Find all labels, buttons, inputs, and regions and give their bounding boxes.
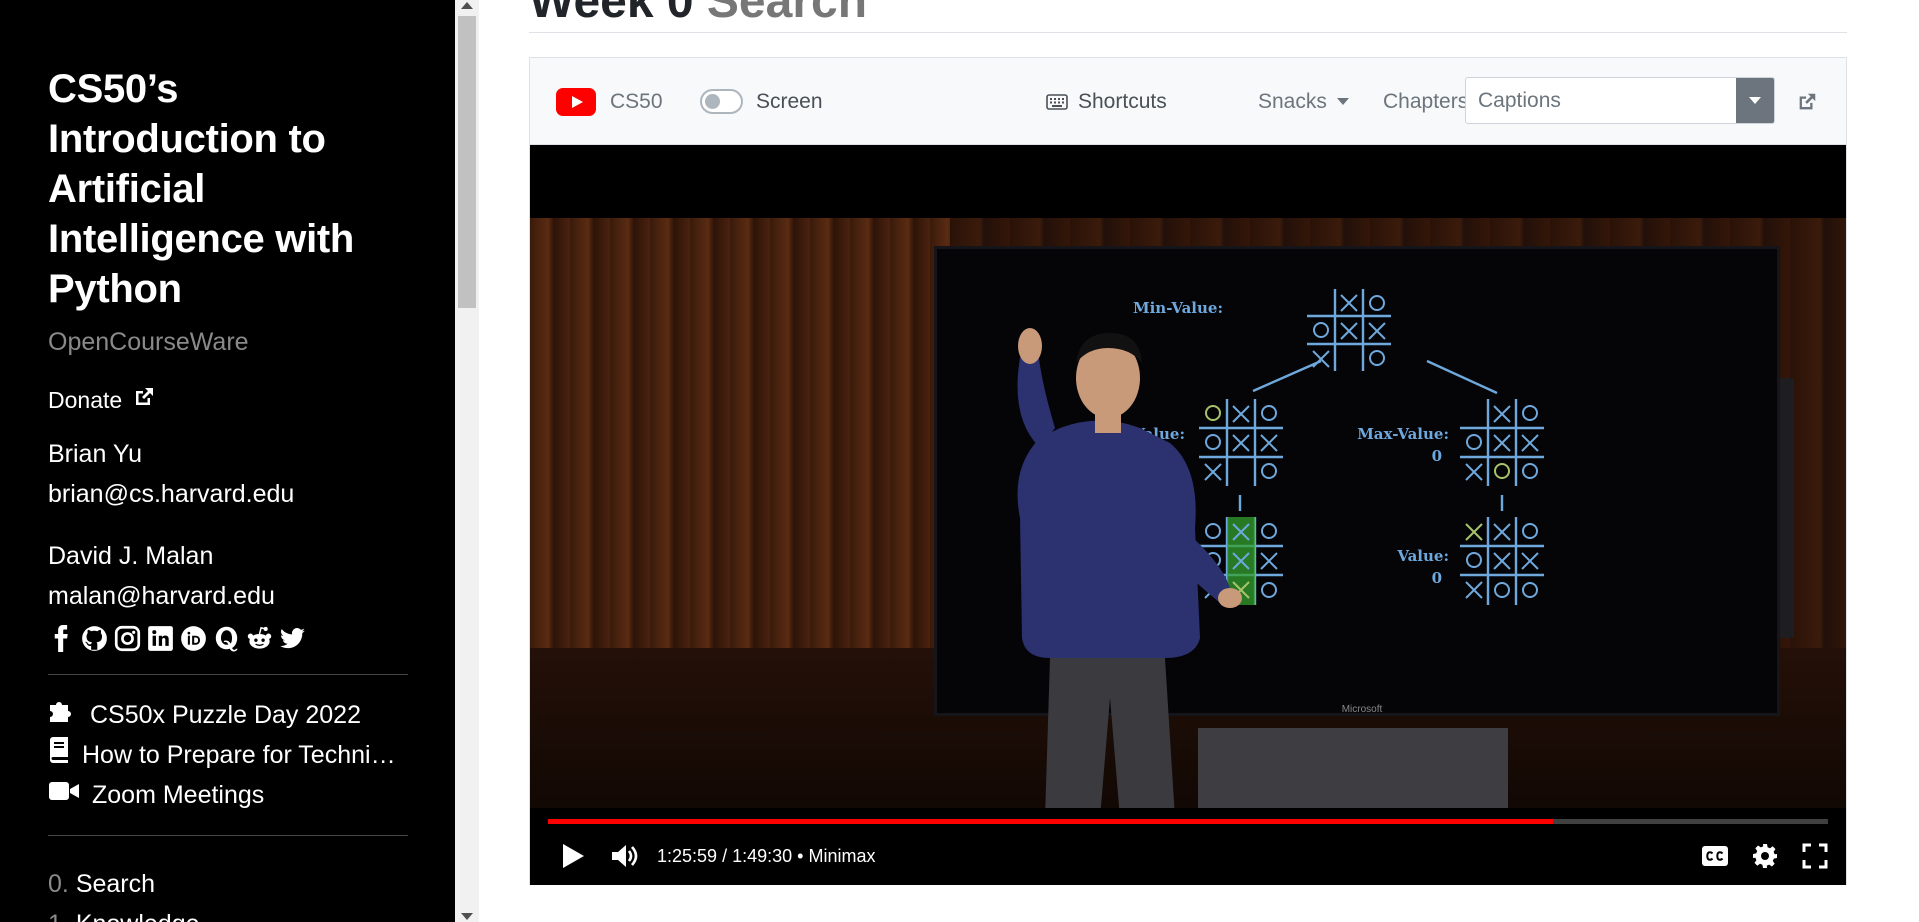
- current-chapter[interactable]: Minimax: [808, 846, 875, 867]
- channel-name: CS50: [610, 89, 663, 113]
- week-link-search[interactable]: 0. Search: [48, 864, 408, 904]
- heading-divider: [529, 32, 1847, 33]
- external-link-icon: [132, 385, 156, 415]
- keyboard-icon: [1046, 93, 1068, 110]
- volume-icon: [610, 842, 640, 870]
- video-player-card: CS50 Screen Shortcuts Snacks Chapters Ca…: [529, 57, 1847, 885]
- linkedin-icon[interactable]: [147, 625, 174, 652]
- video-progress-bar[interactable]: [548, 819, 1828, 824]
- captions-select[interactable]: Captions: [1465, 77, 1775, 124]
- toggle-switch[interactable]: [700, 89, 743, 114]
- value-number-right: 0: [1432, 569, 1442, 587]
- value-label-right: Value:: [1396, 547, 1449, 565]
- instructor-brian: Brian Yu brian@cs.harvard.edu: [48, 434, 408, 514]
- settings-button[interactable]: [1752, 827, 1778, 885]
- shortcuts-label: Shortcuts: [1078, 89, 1167, 113]
- book-icon: [48, 735, 70, 775]
- scroll-up-arrow-icon[interactable]: [461, 2, 473, 9]
- github-icon[interactable]: [81, 625, 108, 652]
- sidebar-links: CS50x Puzzle Day 2022 How to Prepare for…: [48, 695, 408, 815]
- channel-link[interactable]: CS50: [556, 58, 663, 145]
- course-title[interactable]: CS50’s Introduction to Artificial Intell…: [48, 64, 408, 314]
- screen-toggle[interactable]: Screen: [700, 58, 823, 145]
- quora-icon[interactable]: [213, 625, 240, 652]
- video-image: Min-Value: Value: 1 Max-Value: 0 Value: …: [530, 218, 1846, 808]
- instagram-icon[interactable]: [114, 625, 141, 652]
- week-number: 0.: [48, 870, 69, 898]
- week-link-knowledge[interactable]: 1. Knowledge: [48, 904, 408, 922]
- chapters-label: Chapters: [1383, 89, 1469, 113]
- caret-down-icon: [1749, 97, 1761, 104]
- max-value-number: 0: [1432, 447, 1442, 465]
- time-display: 1:25:59 / 1:49:30 • Minimax: [657, 845, 876, 867]
- twitter-icon[interactable]: [279, 625, 306, 652]
- instructor-email[interactable]: brian@cs.harvard.edu: [48, 474, 408, 514]
- instructor-david: David J. Malan malan@harvard.edu: [48, 536, 408, 616]
- popout-button[interactable]: [1796, 58, 1818, 145]
- captions-toggle-button[interactable]: [1701, 827, 1729, 885]
- caret-down-icon: [1336, 98, 1349, 105]
- player-toolbar: CS50 Screen Shortcuts Snacks Chapters Ca…: [530, 58, 1846, 145]
- orcid-icon[interactable]: [180, 625, 207, 652]
- course-subtitle[interactable]: OpenCourseWare: [48, 326, 408, 358]
- sidebar-link-label: Zoom Meetings: [92, 781, 265, 809]
- instructor-email[interactable]: malan@harvard.edu: [48, 576, 408, 616]
- progress-played: [548, 819, 1553, 824]
- page-title-topic: Search: [706, 0, 868, 28]
- main-content: Week 0 Search CS50 Screen Shortcuts Snac…: [479, 0, 1895, 922]
- sidebar-link-label: CS50x Puzzle Day 2022: [90, 701, 361, 729]
- page-title-week: Week 0: [529, 0, 694, 28]
- sidebar-divider: [48, 835, 408, 836]
- puzzle-icon: [48, 695, 78, 735]
- board-brand: Microsoft: [1342, 704, 1383, 715]
- video-camera-icon: [48, 775, 80, 815]
- instructor-name: Brian Yu: [48, 440, 143, 468]
- snacks-label: Snacks: [1258, 89, 1327, 113]
- week-list: 0. Search 1. Knowledge: [48, 864, 408, 922]
- snacks-dropdown[interactable]: Snacks: [1258, 58, 1349, 145]
- gear-icon: [1752, 843, 1778, 869]
- presenter-figure: [1017, 328, 1242, 808]
- play-button[interactable]: [560, 827, 586, 885]
- page-title: Week 0 Search: [529, 0, 867, 30]
- captions-select-value: Captions: [1478, 89, 1561, 112]
- sidebar-link-zoom[interactable]: Zoom Meetings: [48, 775, 408, 815]
- duration: 1:49:30: [732, 845, 793, 866]
- current-time: 1:25:59: [657, 845, 718, 866]
- sidebar-divider: [48, 674, 408, 675]
- donate-label: Donate: [48, 386, 123, 413]
- fullscreen-button[interactable]: [1802, 827, 1828, 885]
- youtube-icon: [556, 87, 596, 116]
- reddit-icon[interactable]: [246, 625, 273, 652]
- sidebar: CS50’s Introduction to Artificial Intell…: [0, 0, 455, 922]
- facebook-icon[interactable]: [48, 624, 75, 652]
- social-links: [48, 622, 408, 654]
- video-frame[interactable]: Min-Value: Value: 1 Max-Value: 0 Value: …: [530, 145, 1846, 885]
- video-controls: 1:25:59 / 1:49:30 • Minimax: [530, 827, 1846, 885]
- instructor-name: David J. Malan: [48, 542, 214, 570]
- week-label: Knowledge: [76, 910, 200, 922]
- donate-link[interactable]: Donate: [48, 384, 408, 416]
- fullscreen-icon: [1802, 843, 1828, 869]
- scrollbar-thumb[interactable]: [458, 16, 476, 308]
- sidebar-link-puzzle-day[interactable]: CS50x Puzzle Day 2022: [48, 695, 408, 735]
- screen-toggle-label: Screen: [756, 89, 823, 113]
- min-value-label: Min-Value:: [1133, 299, 1223, 317]
- sidebar-link-prepare[interactable]: How to Prepare for Techni…: [48, 735, 408, 775]
- max-value-label: Max-Value:: [1357, 425, 1449, 443]
- week-number: 1.: [48, 910, 69, 922]
- external-link-icon: [1796, 91, 1818, 113]
- sidebar-link-label: How to Prepare for Techni…: [82, 741, 396, 769]
- play-icon: [560, 842, 586, 870]
- sidebar-scrollbar[interactable]: [455, 0, 479, 922]
- week-label: Search: [75, 870, 156, 898]
- cc-icon: [1701, 845, 1729, 867]
- shortcuts-button[interactable]: Shortcuts: [1046, 58, 1167, 145]
- volume-button[interactable]: [610, 827, 640, 885]
- captions-dropdown-button[interactable]: [1736, 78, 1774, 123]
- scroll-down-arrow-icon[interactable]: [461, 913, 473, 920]
